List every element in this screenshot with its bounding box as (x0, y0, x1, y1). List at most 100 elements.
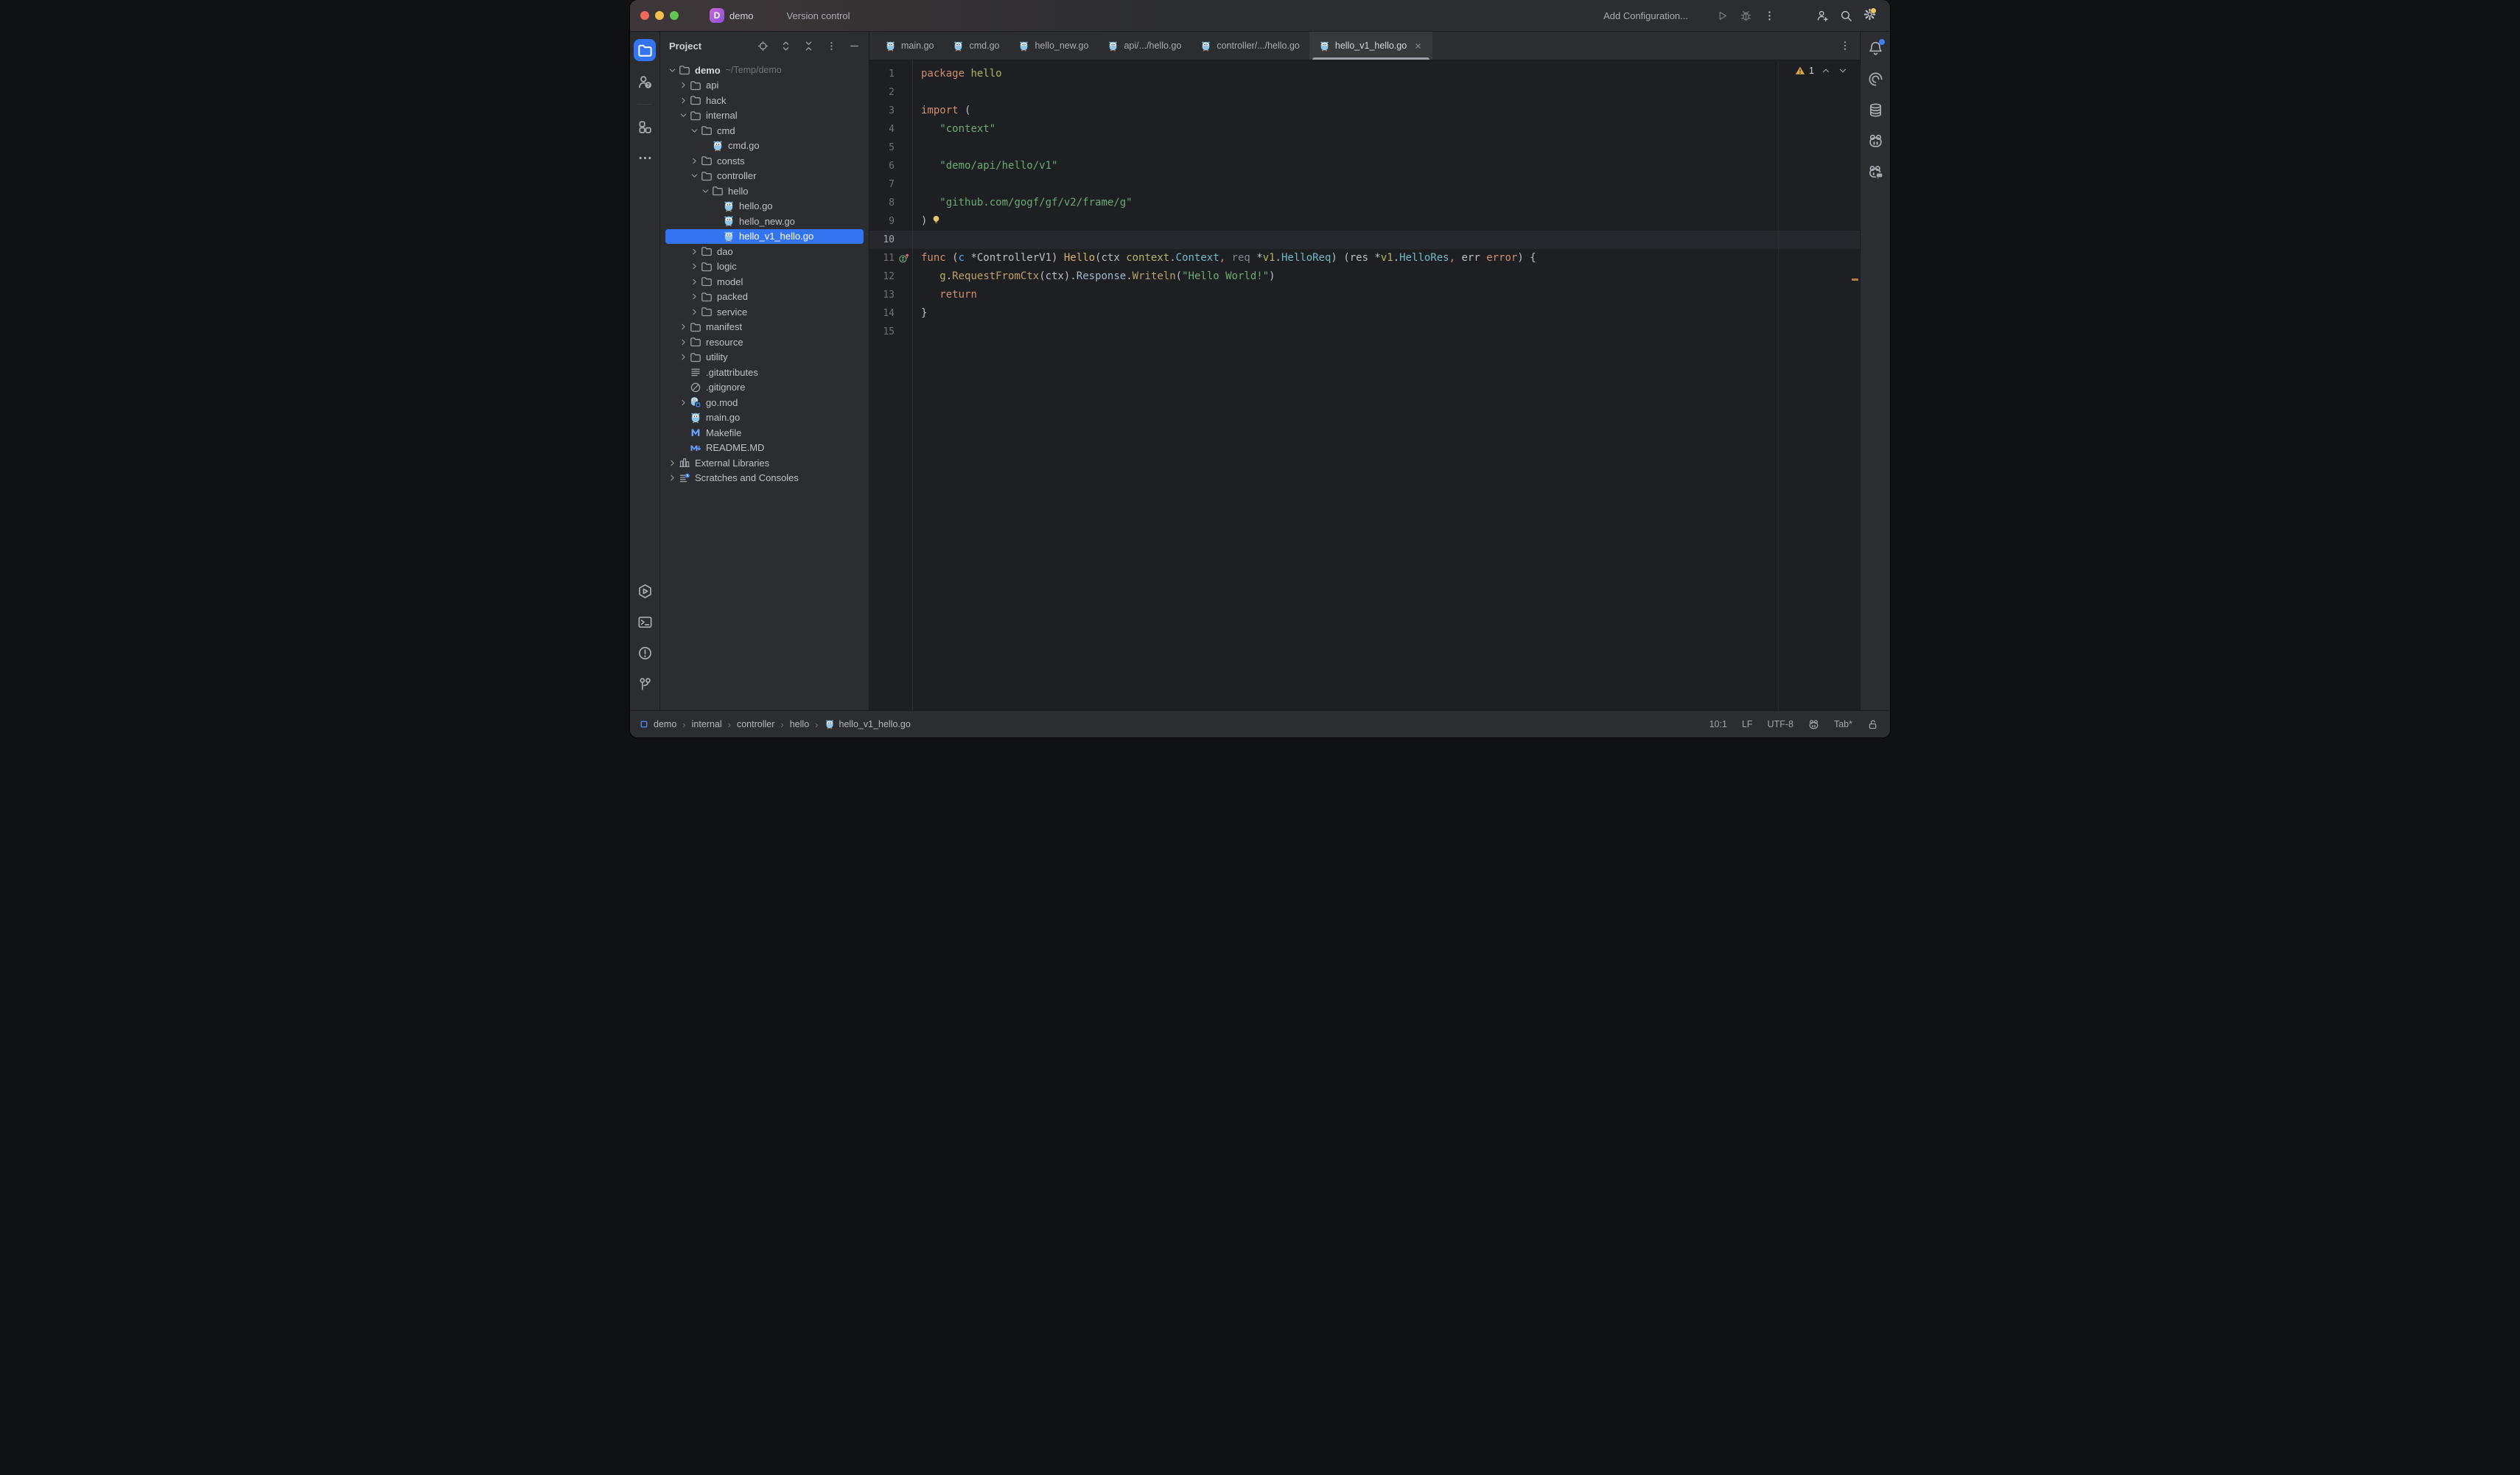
ai-assistant-icon[interactable] (1865, 69, 1886, 89)
breadcrumb-item-controller[interactable]: controller (737, 719, 774, 729)
code-line-14[interactable]: 14} (869, 304, 1860, 323)
code-with-me-icon[interactable] (1814, 7, 1830, 24)
tree-item-.gitattributes[interactable]: .gitattributes (665, 365, 864, 380)
tree-item-demo[interactable]: demo ~/Temp/demo (665, 63, 864, 78)
chevron-right-icon[interactable] (689, 307, 700, 317)
tab-controller-...-hello.go[interactable]: controller/.../hello.go (1191, 32, 1309, 60)
project-menu[interactable]: D demo (710, 8, 763, 23)
select-opened-file-icon[interactable] (755, 38, 770, 53)
tree-item-cmd[interactable]: cmd (665, 123, 864, 139)
tree-item-hello.go[interactable]: hello.go (665, 199, 864, 214)
run-button[interactable] (1714, 7, 1730, 24)
tab-main.go[interactable]: main.go (875, 32, 943, 60)
tree-item-api[interactable]: api (665, 78, 864, 94)
tab-options-kebab-icon[interactable] (1839, 32, 1860, 60)
collapse-all-icon[interactable] (801, 38, 816, 53)
code-line-4[interactable]: 4 "context" (869, 120, 1860, 139)
zoom-window-button[interactable] (670, 11, 679, 20)
tree-item-packed[interactable]: packed (665, 290, 864, 305)
code-line-6[interactable]: 6 "demo/api/hello/v1" (869, 157, 1860, 175)
terminal-tool-window-button[interactable] (634, 612, 655, 632)
run-configuration-selector[interactable]: Add Configuration... (1603, 10, 1697, 21)
tree-item-internal[interactable]: internal (665, 108, 864, 124)
chevron-right-icon[interactable] (678, 80, 689, 90)
code-line-7[interactable]: 7 (869, 175, 1860, 194)
hide-panel-icon[interactable] (847, 38, 861, 53)
breadcrumb-item-hello_v1_hello.go[interactable]: hello_v1_hello.go (825, 719, 911, 729)
structure-tool-window-button[interactable] (634, 116, 655, 137)
tree-item-scratches-and-consoles[interactable]: Scratches and Consoles (665, 471, 864, 486)
git-tool-window-button[interactable] (634, 673, 655, 694)
notifications-bell-icon[interactable] (1865, 38, 1886, 58)
code-line-10[interactable]: 10 (869, 231, 1860, 249)
tree-item-main.go[interactable]: main.go (665, 410, 864, 426)
chevron-right-icon[interactable] (689, 277, 700, 287)
services-tool-window-button[interactable] (634, 581, 655, 601)
tree-item-controller[interactable]: controller (665, 169, 864, 184)
tab-hello_new.go[interactable]: hello_new.go (1009, 32, 1098, 60)
code-line-1[interactable]: 1 package hello (869, 65, 1860, 83)
code-line-8[interactable]: 8 "github.com/gogf/gf/v2/frame/g" (869, 194, 1860, 212)
settings-gear-icon[interactable] (1861, 7, 1877, 24)
tree-item-hack[interactable]: hack (665, 93, 864, 108)
chevron-down-icon[interactable] (678, 111, 689, 120)
code-line-9[interactable]: 9) (869, 212, 1860, 231)
expand-all-icon[interactable] (778, 38, 793, 53)
chevron-right-icon[interactable] (678, 96, 689, 105)
caret-position[interactable]: 10:1 (1709, 719, 1727, 729)
implements-interface-icon[interactable]: I (895, 249, 912, 267)
file-encoding[interactable]: UTF-8 (1768, 719, 1793, 729)
code-line-2[interactable]: 2 (869, 83, 1860, 102)
code-line-12[interactable]: 12 g.RequestFromCtx(ctx).Response.Writel… (869, 267, 1860, 286)
tree-item-model[interactable]: model (665, 274, 864, 290)
more-tool-windows-icon[interactable] (634, 147, 655, 168)
search-everywhere-icon[interactable] (1838, 7, 1854, 24)
chevron-right-icon[interactable] (689, 156, 700, 166)
tab-cmd.go[interactable]: cmd.go (943, 32, 1009, 60)
chevron-right-icon[interactable] (667, 458, 678, 468)
panel-options-kebab-icon[interactable] (824, 38, 839, 53)
tab-api-...-hello.go[interactable]: api/.../hello.go (1098, 32, 1191, 60)
tree-item-external-libraries[interactable]: External Libraries (665, 455, 864, 471)
problems-tool-window-button[interactable] (634, 642, 655, 663)
breadcrumb-item-internal[interactable]: internal (692, 719, 722, 729)
tree-item-.gitignore[interactable]: .gitignore (665, 380, 864, 396)
tab-hello_v1_hello.go[interactable]: hello_v1_hello.go (1309, 32, 1433, 60)
tree-item-dao[interactable]: dao (665, 244, 864, 259)
project-tool-window-button[interactable] (634, 39, 656, 61)
unlock-icon[interactable] (1867, 719, 1878, 730)
breadcrumb-item-demo[interactable]: demo (639, 719, 676, 729)
tree-item-hello_v1_hello.go[interactable]: hello_v1_hello.go (665, 228, 864, 244)
tree-item-logic[interactable]: logic (665, 259, 864, 275)
previous-problem-icon[interactable] (1821, 66, 1831, 76)
debug-button[interactable] (1737, 7, 1754, 24)
close-tab-icon[interactable] (1413, 41, 1423, 51)
chevron-right-icon[interactable] (678, 352, 689, 362)
chevron-right-icon[interactable] (678, 322, 689, 332)
chevron-right-icon[interactable] (678, 398, 689, 407)
code-line-15[interactable]: 15 (869, 323, 1860, 341)
chevron-down-icon[interactable] (689, 126, 700, 136)
minimize-window-button[interactable] (655, 11, 664, 20)
tree-item-readme.md[interactable]: README.MD (665, 441, 864, 456)
code-line-3[interactable]: 3 import ( (869, 102, 1860, 120)
tree-item-makefile[interactable]: Makefile (665, 425, 864, 441)
tree-item-manifest[interactable]: manifest (665, 320, 864, 335)
intention-bulb-icon[interactable] (931, 214, 942, 225)
gopher-tool-window-button[interactable] (1865, 130, 1886, 151)
gopher-status-icon[interactable] (1808, 719, 1819, 730)
tree-item-resource[interactable]: resource (665, 334, 864, 350)
more-actions-kebab-icon[interactable] (1761, 7, 1777, 24)
database-tool-window-button[interactable] (1865, 99, 1886, 120)
chevron-down-icon[interactable] (689, 171, 700, 181)
tree-item-hello_new.go[interactable]: hello_new.go (665, 214, 864, 229)
chevron-right-icon[interactable] (689, 247, 700, 256)
tree-item-go.mod[interactable]: go.mod (665, 395, 864, 410)
learn-gopher-icon[interactable]: ? (634, 71, 655, 92)
line-separator[interactable]: LF (1742, 719, 1753, 729)
chevron-right-icon[interactable] (689, 292, 700, 301)
code-line-5[interactable]: 5 (869, 139, 1860, 157)
next-problem-icon[interactable] (1838, 66, 1848, 76)
tree-item-service[interactable]: service (665, 304, 864, 320)
chevron-right-icon[interactable] (667, 473, 678, 483)
